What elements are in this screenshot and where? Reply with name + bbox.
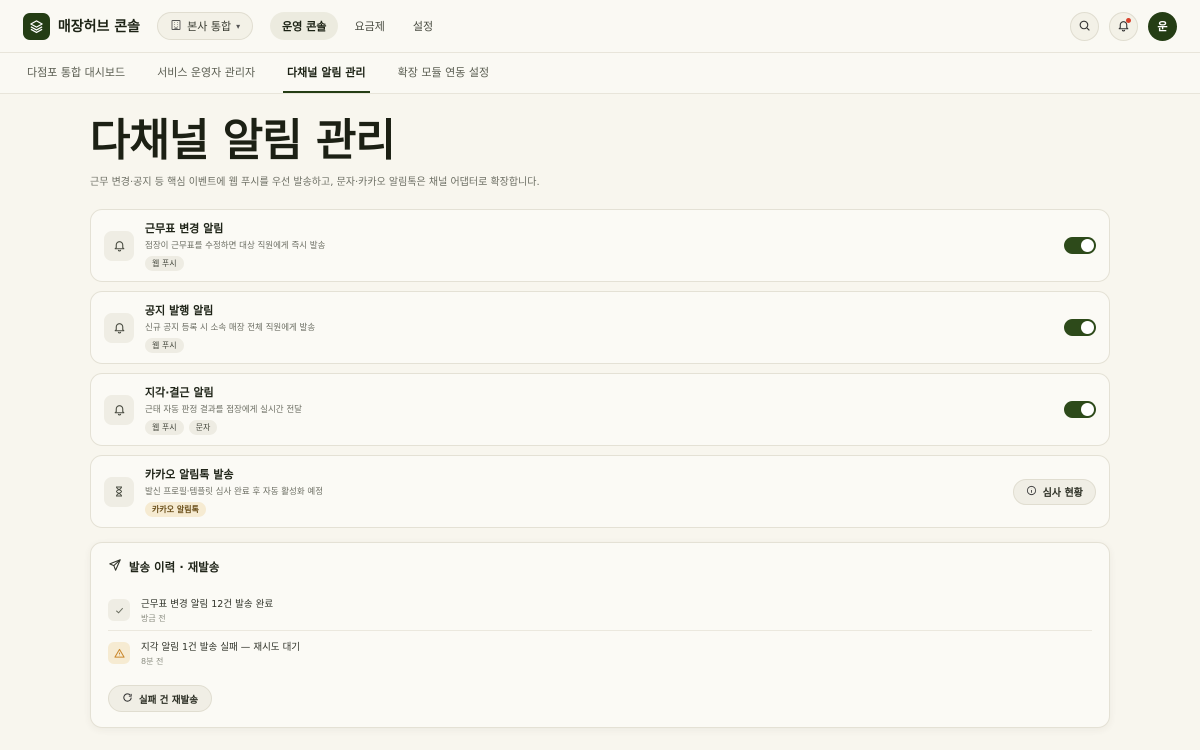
history-message: 지각 알림 1건 발송 실패 — 재시도 대기 xyxy=(141,642,301,653)
alert-title: 지각·결근 알림 xyxy=(145,386,214,399)
history-time: 방금 전 xyxy=(141,614,166,623)
bell-icon xyxy=(104,312,134,343)
alert-description: 신규 공지 등록 시 소속 매장 전체 직원에게 발송 xyxy=(145,323,316,333)
sub-tabs: 다점포 통합 대시보드 서비스 운영자 관리자 다채널 알림 관리 확장 모듈 … xyxy=(0,53,1200,94)
nav-settings[interactable]: 설정 xyxy=(401,12,445,40)
layers-logo-icon[interactable] xyxy=(23,12,50,40)
alert-description: 발신 프로필·템플릿 심사 완료 후 자동 활성화 예정 xyxy=(145,487,324,497)
alert-card: 공지 발행 알림 신규 공지 등록 시 소속 매장 전체 직원에게 발송 웹 푸… xyxy=(90,291,1110,364)
main-content: 다채널 알림 관리 근무 변경·공지 등 핵심 이벤트에 웹 푸시를 우선 발송… xyxy=(90,94,1110,728)
warning-icon xyxy=(108,642,130,664)
building-icon xyxy=(170,19,182,34)
user-avatar[interactable]: 운 xyxy=(1148,11,1177,41)
top-bar: 매장허브 콘솔 본사 통합 ▾ 운영 콘솔 요금제 설정 운 xyxy=(0,0,1200,53)
org-selector[interactable]: 본사 통합 ▾ xyxy=(157,12,254,40)
toggle-knob xyxy=(1081,239,1094,252)
search-button[interactable] xyxy=(1070,11,1099,41)
alert-enable-toggle[interactable] xyxy=(1064,401,1096,418)
notifications-button[interactable] xyxy=(1109,11,1138,41)
caret-down-icon: ▾ xyxy=(236,21,241,31)
channel-tag: 웹 푸시 xyxy=(145,338,184,353)
toggle-knob xyxy=(1081,321,1094,334)
alert-enable-toggle[interactable] xyxy=(1064,319,1096,336)
nav-operations-console[interactable]: 운영 콘솔 xyxy=(270,12,339,40)
toggle-knob xyxy=(1081,403,1094,416)
check-icon xyxy=(108,599,130,621)
alert-card: 지각·결근 알림 근태 자동 판정 결과를 점장에게 실시간 전달 웹 푸시 문… xyxy=(90,373,1110,446)
alert-title: 카카오 알림톡 발송 xyxy=(145,468,234,481)
history-item: 지각 알림 1건 발송 실패 — 재시도 대기 8분 전 xyxy=(108,630,1092,673)
alert-description: 근태 자동 판정 결과를 점장에게 실시간 전달 xyxy=(145,405,302,415)
history-time: 8분 전 xyxy=(141,657,164,666)
review-status-label: 심사 현황 xyxy=(1042,488,1083,499)
info-icon xyxy=(1026,485,1037,499)
bell-icon xyxy=(104,394,134,425)
bell-icon xyxy=(104,230,134,261)
resend-failed-button[interactable]: 실패 건 재발송 xyxy=(108,685,213,712)
tab-service-operator-admin[interactable]: 서비스 운영자 관리자 xyxy=(153,53,259,93)
org-selector-label: 본사 통합 xyxy=(187,20,232,33)
history-message: 근무표 변경 알림 12건 발송 완료 xyxy=(141,599,274,610)
send-icon xyxy=(108,557,122,576)
alert-enable-toggle[interactable] xyxy=(1064,237,1096,254)
send-history-panel: 발송 이력 · 재발송 근무표 변경 알림 12건 발송 완료 방금 전 지각 … xyxy=(90,542,1110,728)
tab-multichannel-alerts[interactable]: 다채널 알림 관리 xyxy=(283,53,370,93)
nav-pricing[interactable]: 요금제 xyxy=(342,12,396,40)
tab-extension-module-settings[interactable]: 확장 모듈 연동 설정 xyxy=(394,53,493,93)
alert-card: 근무표 변경 알림 점장이 근무표를 수정하면 대상 직원에게 즉시 발송 웹 … xyxy=(90,209,1110,282)
alert-card-list: 근무표 변경 알림 점장이 근무표를 수정하면 대상 직원에게 즉시 발송 웹 … xyxy=(90,209,1110,528)
history-title: 발송 이력 · 재발송 xyxy=(129,559,220,574)
resend-label: 실패 건 재발송 xyxy=(139,694,199,706)
channel-tag: 웹 푸시 xyxy=(145,256,184,271)
channel-tag: 카카오 알림톡 xyxy=(145,502,206,517)
review-status-button[interactable]: 심사 현황 xyxy=(1012,478,1096,505)
brand-name: 매장허브 콘솔 xyxy=(58,19,141,35)
search-icon xyxy=(1078,17,1091,36)
history-item: 근무표 변경 알림 12건 발송 완료 방금 전 xyxy=(108,590,1092,630)
alert-title: 공지 발행 알림 xyxy=(145,304,214,317)
notification-dot xyxy=(1126,17,1131,23)
page-subtitle: 근무 변경·공지 등 핵심 이벤트에 웹 푸시를 우선 발송하고, 문자·카카오… xyxy=(90,177,540,188)
alert-description: 점장이 근무표를 수정하면 대상 직원에게 즉시 발송 xyxy=(145,241,326,251)
channel-tag: 웹 푸시 xyxy=(145,420,184,435)
top-nav: 운영 콘솔 요금제 설정 xyxy=(270,12,445,40)
alert-title: 근무표 변경 알림 xyxy=(145,222,224,235)
tab-multi-store-dashboard[interactable]: 다점포 통합 대시보드 xyxy=(23,53,129,93)
page-title: 다채널 알림 관리 xyxy=(90,115,396,166)
channel-tag: 문자 xyxy=(188,420,218,435)
hourglass-icon xyxy=(104,476,134,507)
refresh-icon xyxy=(122,692,133,706)
alert-card: 카카오 알림톡 발송 발신 프로필·템플릿 심사 완료 후 자동 활성화 예정 … xyxy=(90,455,1110,528)
